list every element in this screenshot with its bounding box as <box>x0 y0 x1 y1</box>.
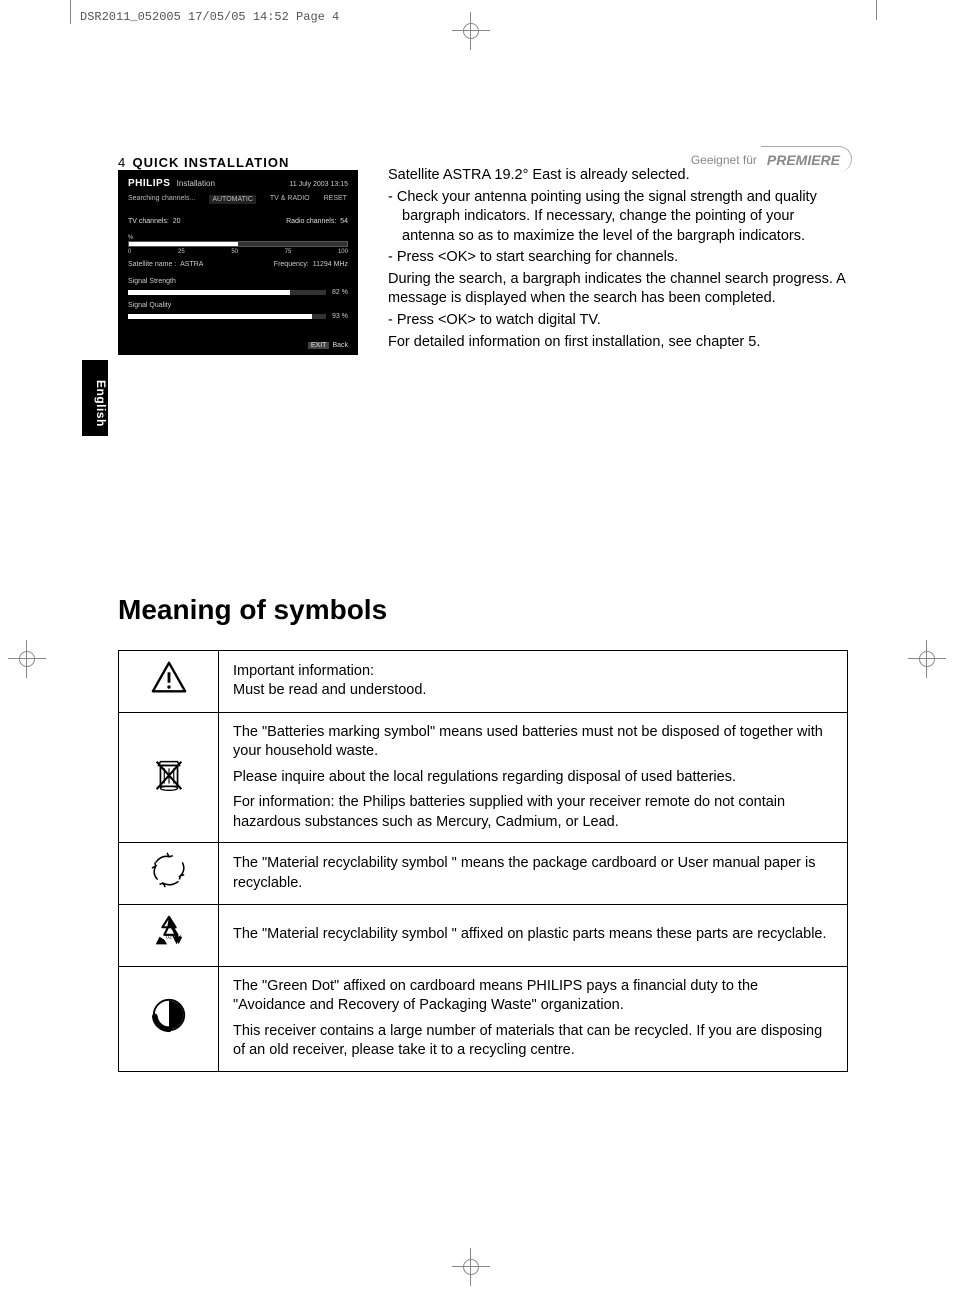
tv-back-button: Back <box>332 342 348 349</box>
table-row: 02 The "Material recyclability symbol " a… <box>119 904 848 966</box>
symbol-description: Important information: Must be read and … <box>219 651 848 713</box>
symbol-description: The "Material recyclability symbol " mea… <box>219 843 848 905</box>
svg-text:02: 02 <box>165 935 171 941</box>
body-bullet-2: - Press <OK> to start searching for chan… <box>388 248 848 268</box>
symbol-para: Important information: Must be read and … <box>233 662 833 701</box>
tv-tab-reset: RESET <box>324 195 347 204</box>
tv-channels-value: 20 <box>173 218 181 225</box>
scale-tick: 100 <box>338 249 348 255</box>
tv-mode: Installation <box>177 179 215 188</box>
table-row: The "Material recyclability symbol " mea… <box>119 843 848 905</box>
registration-mark-top <box>460 20 482 42</box>
symbol-para: The "Green Dot" affixed on cardboard mea… <box>233 977 833 1016</box>
progress-bar <box>128 241 348 247</box>
scale-tick: 50 <box>231 249 238 255</box>
registration-mark-left <box>16 648 38 670</box>
table-row: Important information: Must be read and … <box>119 651 848 713</box>
signal-quality-label: Signal Quality <box>128 302 348 309</box>
tv-datetime: 11 July 2003 13:15 <box>289 181 348 188</box>
trim-mark <box>70 0 71 24</box>
registration-mark-bottom <box>460 1256 482 1278</box>
symbol-description: The "Batteries marking symbol" means use… <box>219 712 848 843</box>
signal-quality-value: 93 % <box>332 313 348 320</box>
symbol-para: This receiver contains a large number of… <box>233 1022 833 1061</box>
recycle-triangle-icon: 02 <box>119 904 219 966</box>
premiere-logo: PREMIERE <box>763 150 848 170</box>
tv-exit-button: EXIT <box>308 342 330 349</box>
body-p3: For detailed information on first instal… <box>388 333 848 353</box>
trim-mark <box>876 0 877 20</box>
symbol-description: The "Material recyclability symbol " aff… <box>219 904 848 966</box>
section-title: Meaning of symbols <box>118 594 387 626</box>
symbols-table: Important information: Must be read and … <box>118 650 848 1072</box>
tv-tab-search: Searching channels... <box>128 195 195 204</box>
table-row: The "Batteries marking symbol" means use… <box>119 712 848 843</box>
radio-channels-value: 54 <box>340 218 348 225</box>
symbol-para: The "Material recyclability symbol " aff… <box>233 925 833 945</box>
tv-tab-tvradio: TV & RADIO <box>270 195 310 204</box>
warning-icon <box>119 651 219 713</box>
table-row: The "Green Dot" affixed on cardboard mea… <box>119 966 848 1071</box>
body-bullet-3: - Press <OK> to watch digital TV. <box>388 311 848 331</box>
symbol-para: For information: the Philips batteries s… <box>233 793 833 832</box>
freq-value: 11294 MHz <box>313 261 348 268</box>
scale-tick: 75 <box>285 249 292 255</box>
freq-label: Frequency: <box>274 261 309 268</box>
symbol-description: The "Green Dot" affixed on cardboard mea… <box>219 966 848 1071</box>
page-footer: 4 QUICK INSTALLATION Geeignet für PREMIE… <box>118 150 848 170</box>
sat-name-value: ASTRA <box>180 261 203 268</box>
language-tab: English <box>82 360 108 436</box>
tv-screenshot: PHILIPS Installation 11 July 2003 13:15 … <box>118 170 358 355</box>
recycle-arrows-icon <box>119 843 219 905</box>
symbol-para: The "Batteries marking symbol" means use… <box>233 723 833 762</box>
signal-strength-label: Signal Strength <box>128 278 348 285</box>
crossed-bin-icon <box>119 712 219 843</box>
tv-brand: PHILIPS <box>128 178 170 189</box>
sat-name-label: Satellite name : <box>128 261 176 268</box>
symbol-para: The "Material recyclability symbol " mea… <box>233 854 833 893</box>
footer-section: QUICK INSTALLATION <box>132 155 289 170</box>
page-number: 4 <box>118 155 125 170</box>
signal-strength-value: 82 % <box>332 289 348 296</box>
body-p2: During the search, a bargraph indicates … <box>388 270 848 309</box>
footer-right-text: Geeignet für <box>691 153 757 167</box>
scale-tick: 25 <box>178 249 185 255</box>
radio-channels-label: Radio channels: <box>286 218 336 225</box>
tv-tab-auto: AUTOMATIC <box>209 195 256 204</box>
body-text: Satellite ASTRA 19.2° East is already se… <box>388 166 848 354</box>
crop-mark-header: DSR2011_052005 17/05/05 14:52 Page 4 <box>80 10 339 24</box>
body-bullet-1: - Check your antenna pointing using the … <box>388 188 848 247</box>
scale-tick: 0 <box>128 249 131 255</box>
registration-mark-right <box>916 648 938 670</box>
green-dot-icon <box>119 966 219 1071</box>
symbol-para: Please inquire about the local regulatio… <box>233 768 833 788</box>
tv-channels-label: TV channels: <box>128 218 169 225</box>
